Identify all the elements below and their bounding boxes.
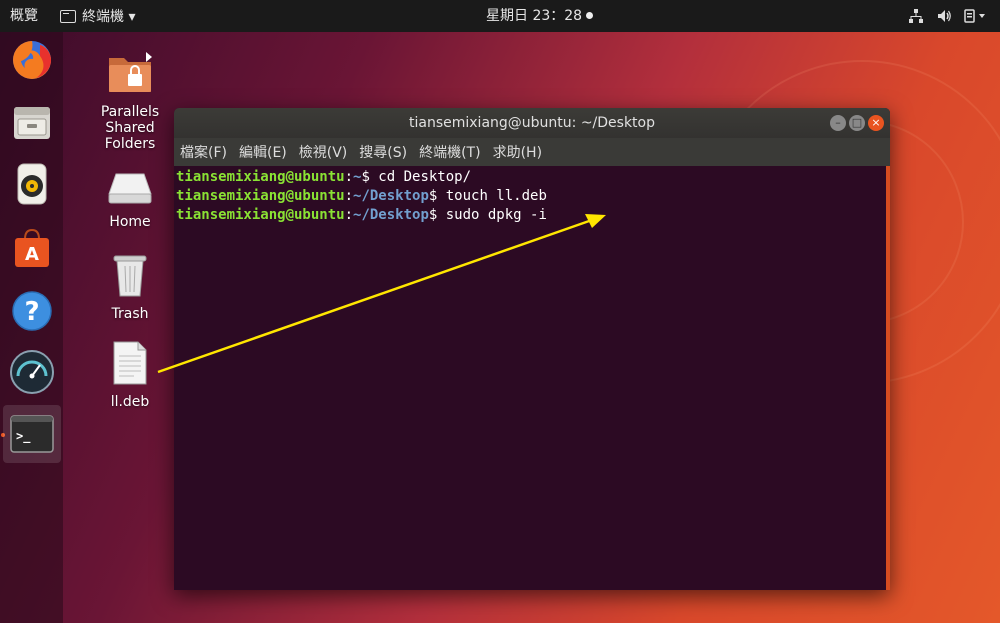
annotation-arrow (157, 214, 606, 374)
